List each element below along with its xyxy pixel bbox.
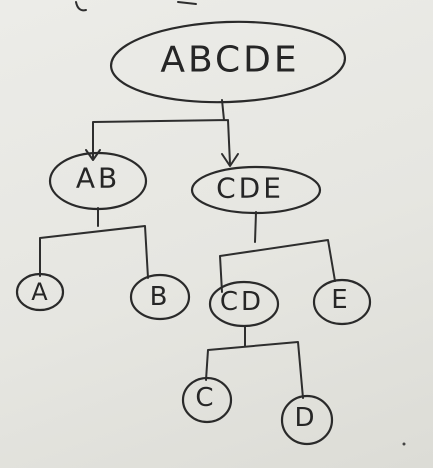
node-cd-label: CD xyxy=(220,287,264,317)
node-a: A xyxy=(15,272,65,312)
node-cd: CD xyxy=(208,280,280,328)
node-root: ABCDE xyxy=(109,20,347,104)
edge-cde-to-cd-e xyxy=(219,211,336,293)
node-root-label: ABCDE xyxy=(160,40,299,81)
node-d-label: D xyxy=(294,403,317,433)
node-c: C xyxy=(181,376,233,424)
top-partial-stroke xyxy=(75,1,87,12)
node-d: D xyxy=(280,394,334,446)
tree-diagram: ABCDE AB CDE A B CD E C D xyxy=(15,1,406,446)
edge-ab-to-a-b xyxy=(39,207,149,279)
node-e-label: E xyxy=(331,285,350,315)
node-a-label: A xyxy=(31,278,50,306)
node-ab: AB xyxy=(48,151,148,211)
node-b: B xyxy=(129,273,191,321)
whiteboard-canvas: ABCDE AB CDE A B CD E C D xyxy=(0,0,433,468)
marker-dot xyxy=(402,442,406,446)
top-partial-stroke-2 xyxy=(177,1,197,5)
node-c-label: C xyxy=(195,383,216,413)
edge-cd-to-c-d xyxy=(205,325,304,399)
node-e: E xyxy=(312,278,372,326)
node-cde: CDE xyxy=(190,165,322,215)
node-b-label: B xyxy=(150,282,171,312)
node-cde-label: CDE xyxy=(216,172,284,205)
node-ab-label: AB xyxy=(76,162,120,195)
